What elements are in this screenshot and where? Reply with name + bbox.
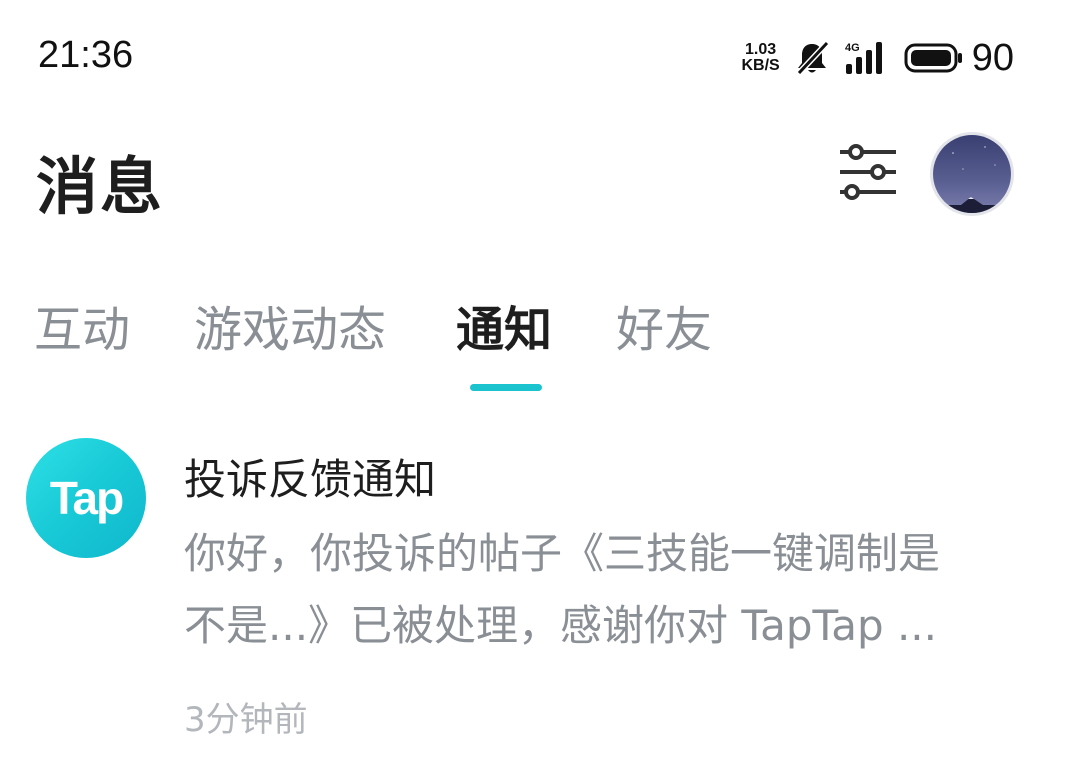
battery-level: 90 (971, 36, 1014, 79)
taptap-logo-text: Tap (49, 472, 124, 524)
network-speed-unit: KB/S (741, 57, 780, 74)
notification-body-line-2: 不是...》已被处理，感谢你对 TapTap ... (184, 601, 938, 650)
status-bar-right: 1.03 KB/S 4G 90 (741, 36, 1014, 80)
network-type-label: 4G (845, 42, 860, 54)
notification-item[interactable]: Tap 投诉反馈通知 你好，你投诉的帖子《三技能一键调制是 不是...》已被处理… (0, 430, 1066, 750)
taptap-logo: Tap (26, 438, 146, 558)
messages-screen: 21:36 1.03 KB/S 4G 90 消息 互动 游戏动态 通知 好友 T… (0, 0, 1066, 770)
signal-icon: 4G (845, 42, 882, 74)
bell-muted-icon (796, 40, 829, 76)
battery: 90 (904, 37, 1014, 80)
notification-title: 投诉反馈通知 (184, 455, 437, 504)
tab-game-updates[interactable]: 游戏动态 (194, 290, 386, 360)
notification-body: 你好，你投诉的帖子《三技能一键调制是 不是...》已被处理，感谢你对 TapTa… (184, 518, 1004, 662)
status-time: 21:36 (38, 34, 134, 76)
tab-friends[interactable]: 好友 (616, 290, 712, 360)
user-avatar[interactable] (930, 132, 1014, 216)
notification-body-line-1: 你好，你投诉的帖子《三技能一键调制是 (184, 529, 941, 578)
network-speed-value: 1.03 (745, 41, 777, 58)
notification-time: 3分钟前 (184, 700, 308, 740)
sliders-icon (840, 144, 896, 200)
active-tab-indicator (470, 384, 542, 391)
page-title: 消息 (36, 150, 165, 223)
network-speed: 1.03 KB/S (741, 42, 779, 74)
avatar-image (933, 135, 1011, 213)
message-tabs: 互动 游戏动态 通知 好友 (0, 290, 1066, 400)
filter-button[interactable] (832, 138, 904, 206)
battery-icon (904, 43, 962, 73)
tab-notifications[interactable]: 通知 (456, 290, 552, 360)
tab-interaction[interactable]: 互动 (34, 290, 130, 360)
